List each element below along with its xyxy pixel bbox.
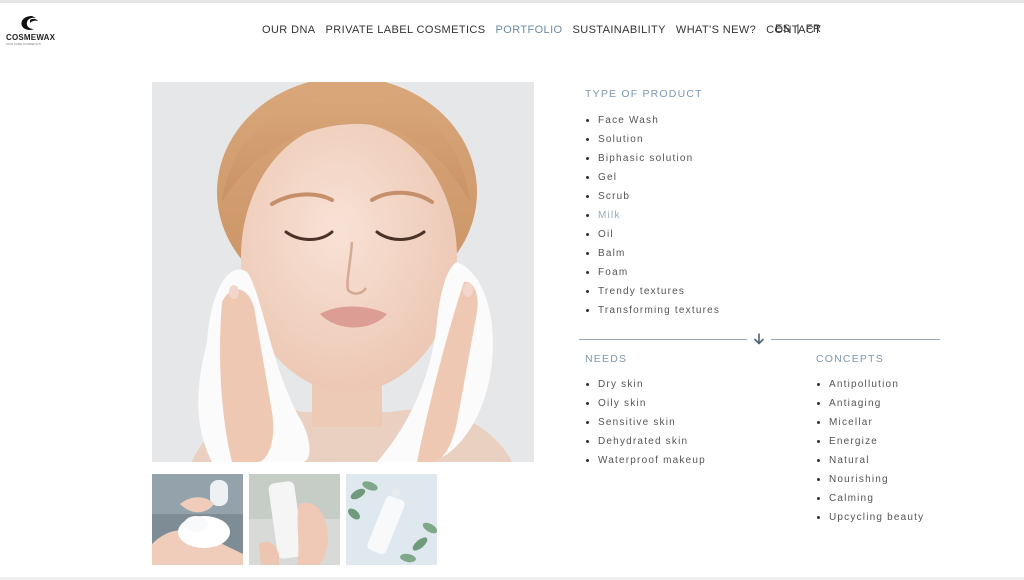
list-item[interactable]: Scrub [585,191,720,210]
list-item[interactable]: Transforming textures [585,305,720,324]
nav-whats-new[interactable]: WHAT'S NEW? [676,24,756,36]
thumbnail-cream-tube[interactable] [249,474,340,565]
brand-logo[interactable]: COSMEWAX SKIN CARE COSMETICS [6,14,56,48]
list-item[interactable]: Oily skin [585,398,706,417]
concepts-title: CONCEPTS [816,353,884,365]
list-item[interactable]: Trendy textures [585,286,720,305]
list-item[interactable]: Dry skin [585,379,706,398]
list-item[interactable]: Balm [585,248,720,267]
list-item[interactable]: Gel [585,172,720,191]
brand-name: COSMEWAX [6,33,56,42]
nav-portfolio[interactable]: PORTFOLIO [496,24,563,36]
language-switcher: ES | FR [775,23,821,35]
type-of-product-title: TYPE OF PRODUCT [585,88,703,100]
lang-separator: | [796,23,800,35]
lang-fr[interactable]: FR [806,23,821,35]
nav-sustainability[interactable]: SUSTAINABILITY [572,24,665,36]
list-item[interactable]: Face Wash [585,115,720,134]
thumbnail-bottle-leaves[interactable] [346,474,437,565]
list-item[interactable]: Milk [585,210,720,229]
list-item[interactable]: Dehydrated skin [585,436,706,455]
needs-title: NEEDS [585,353,628,365]
brand-tagline: SKIN CARE COSMETICS [6,42,41,46]
nav-our-dna[interactable]: OUR DNA [262,24,316,36]
divider-left [579,339,747,340]
arrow-down-icon[interactable] [752,332,766,346]
main-nav: OUR DNA PRIVATE LABEL COSMETICS PORTFOLI… [262,23,831,37]
top-border [0,0,1024,3]
logo-mark-icon [21,16,38,30]
thumbnail-foam-hands[interactable] [152,474,243,565]
list-item[interactable]: Solution [585,134,720,153]
divider-right [771,339,940,340]
list-item[interactable]: Calming [816,493,924,512]
list-item[interactable]: Oil [585,229,720,248]
hero-image [152,82,534,462]
list-item[interactable]: Antiaging [816,398,924,417]
list-item[interactable]: Foam [585,267,720,286]
list-item[interactable]: Micellar [816,417,924,436]
lang-es[interactable]: ES [775,23,790,35]
list-item[interactable]: Energize [816,436,924,455]
list-item[interactable]: Sensitive skin [585,417,706,436]
list-item[interactable]: Nourishing [816,474,924,493]
list-item[interactable]: Waterproof makeup [585,455,706,474]
list-item[interactable]: Antipollution [816,379,924,398]
list-item[interactable]: Biphasic solution [585,153,720,172]
type-of-product-list: Face Wash Solution Biphasic solution Gel… [585,115,720,324]
list-item[interactable]: Natural [816,455,924,474]
concepts-list: Antipollution Antiaging Micellar Energiz… [816,379,924,531]
list-item[interactable]: Upcycling beauty [816,512,924,531]
nav-private-label[interactable]: PRIVATE LABEL COSMETICS [326,24,486,36]
needs-list: Dry skin Oily skin Sensitive skin Dehydr… [585,379,706,474]
